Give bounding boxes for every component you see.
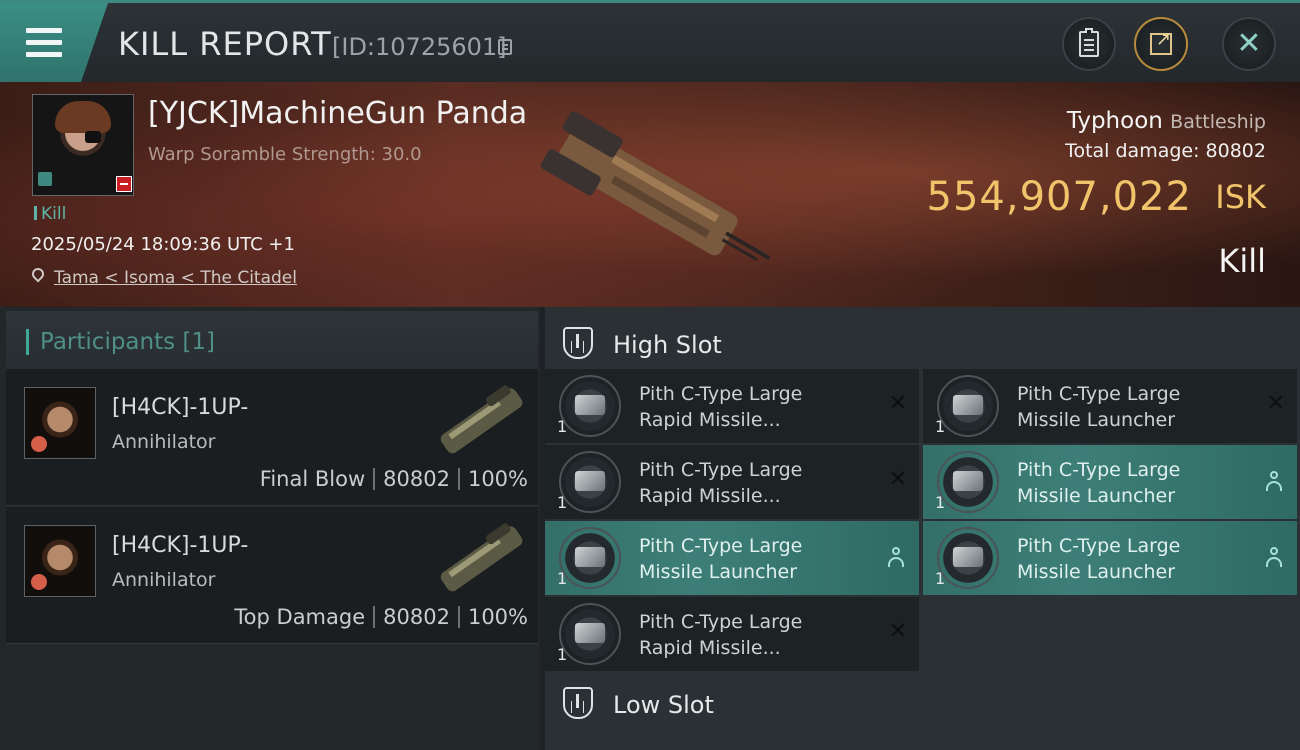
corp-badge-icon xyxy=(38,172,52,186)
clipboard-button[interactable] xyxy=(1062,17,1116,71)
participants-panel: Participants [1] [H4CK]-1UP- Annihilator… xyxy=(0,307,540,750)
kill-tag: Kill xyxy=(34,204,66,224)
isk-value: 554,907,022 xyxy=(926,174,1192,220)
module-name: Pith C-Type Large Rapid Missile... xyxy=(639,383,803,431)
top-bar: KILL REPORT [ID:10725601] ✕ xyxy=(0,0,1300,82)
share-icon xyxy=(1150,29,1172,55)
kill-result: Kill xyxy=(1218,242,1266,280)
module-icon xyxy=(559,527,621,589)
module-item[interactable]: 1 Pith C-Type Large Rapid Missile... ✕ xyxy=(545,369,919,443)
dropped-person-icon xyxy=(1265,471,1283,493)
participant-name: [H4CK]-1UP- xyxy=(112,395,249,420)
participants-header: Participants [1] xyxy=(6,311,538,369)
victim-ship-image[interactable] xyxy=(510,100,790,290)
destroyed-icon: ✕ xyxy=(888,467,907,492)
module-item[interactable]: 1 Pith C-Type Large Missile Launcher xyxy=(923,521,1297,595)
participant-stats: Final Blow 80802 100% xyxy=(259,467,528,491)
high-slot-icon xyxy=(563,327,593,359)
destroyed-icon: ✕ xyxy=(888,391,907,416)
participants-count: [1] xyxy=(182,329,216,355)
page-title: KILL REPORT xyxy=(118,25,332,63)
dropped-person-icon xyxy=(887,547,905,569)
copy-icon[interactable] xyxy=(498,39,512,55)
module-icon xyxy=(559,375,621,437)
module-name: Pith C-Type Large Rapid Missile... xyxy=(639,611,803,659)
participant-name: [H4CK]-1UP- xyxy=(112,533,249,558)
close-button[interactable]: ✕ xyxy=(1222,17,1276,71)
module-quantity: 1 xyxy=(557,645,568,664)
destroyed-icon: ✕ xyxy=(888,619,907,644)
participant-ship-image[interactable] xyxy=(426,513,536,603)
module-item[interactable]: 1 Pith C-Type Large Missile Launcher xyxy=(545,521,919,595)
victim-ship-name[interactable]: Typhoon Battleship xyxy=(1067,108,1266,134)
clipboard-icon xyxy=(1079,28,1099,57)
participant-ship-image[interactable] xyxy=(426,375,536,465)
module-item[interactable]: 1 Pith C-Type Large Rapid Missile... ✕ xyxy=(545,597,919,671)
menu-button[interactable] xyxy=(0,3,108,82)
report-id: [ID:10725601] xyxy=(332,33,507,61)
participant-row[interactable]: [H4CK]-1UP- Annihilator Final Blow 80802 1… xyxy=(6,369,538,506)
victim-banner: [YJCK]MachineGun Panda Warp Soramble Str… xyxy=(0,82,1300,307)
low-slot-icon xyxy=(563,687,593,719)
module-quantity: 1 xyxy=(557,493,568,512)
high-slot-title: High Slot xyxy=(613,331,722,359)
close-icon: ✕ xyxy=(1236,26,1262,61)
kill-datetime: 2025/05/24 18:09:36 UTC +1 xyxy=(31,234,295,255)
module-icon xyxy=(559,451,621,513)
module-name: Pith C-Type Large Missile Launcher xyxy=(639,535,803,583)
participants-title: Participants xyxy=(40,329,176,355)
module-name: Pith C-Type Large Missile Launcher xyxy=(1017,535,1181,583)
module-name: Pith C-Type Large Missile Launcher xyxy=(1017,459,1181,507)
module-item[interactable]: 1 Pith C-Type Large Rapid Missile... ✕ xyxy=(545,445,919,519)
isk-unit: ISK xyxy=(1215,178,1266,216)
destroyed-icon: ✕ xyxy=(1266,391,1285,416)
module-quantity: 1 xyxy=(935,417,946,436)
module-quantity: 1 xyxy=(557,569,568,588)
fitting-panel: High Slot 1 Pith C-Type Large Rapid Missi… xyxy=(545,307,1300,750)
participant-avatar[interactable] xyxy=(24,525,96,597)
kill-location-link[interactable]: Tama < Isoma < The Citadel xyxy=(54,268,297,288)
module-quantity: 1 xyxy=(557,417,568,436)
participant-stats: Top Damage 80802 100% xyxy=(234,605,528,629)
module-item[interactable]: 1 Pith C-Type Large Missile Launcher ✕ xyxy=(923,369,1297,443)
participant-avatar[interactable] xyxy=(24,387,96,459)
total-damage: Total damage: 80802 xyxy=(1065,140,1266,162)
module-quantity: 1 xyxy=(935,569,946,588)
participant-row[interactable]: [H4CK]-1UP- Annihilator Top Damage 80802 1… xyxy=(6,507,538,644)
location-pin-icon xyxy=(29,265,47,283)
module-icon xyxy=(937,527,999,589)
module-quantity: 1 xyxy=(935,493,946,512)
dropped-person-icon xyxy=(1265,547,1283,569)
participant-ship: Annihilator xyxy=(112,431,216,453)
low-slot-title: Low Slot xyxy=(613,691,714,719)
victim-name[interactable]: [YJCK]MachineGun Panda xyxy=(148,96,527,131)
module-item[interactable]: 1 Pith C-Type Large Missile Launcher xyxy=(923,445,1297,519)
share-button[interactable] xyxy=(1134,17,1188,71)
low-slot-header: Low Slot xyxy=(545,671,1300,733)
participant-ship: Annihilator xyxy=(112,569,216,591)
module-name: Pith C-Type Large Rapid Missile... xyxy=(639,459,803,507)
module-icon xyxy=(937,451,999,513)
victim-ship-class: Battleship xyxy=(1170,111,1266,133)
module-icon xyxy=(559,603,621,665)
module-icon xyxy=(937,375,999,437)
standing-negative-icon xyxy=(116,176,132,192)
module-name: Pith C-Type Large Missile Launcher xyxy=(1017,383,1181,431)
warp-scramble-strength: Warp Soramble Strength: 30.0 xyxy=(148,144,422,165)
high-slot-header: High Slot xyxy=(545,311,1300,373)
